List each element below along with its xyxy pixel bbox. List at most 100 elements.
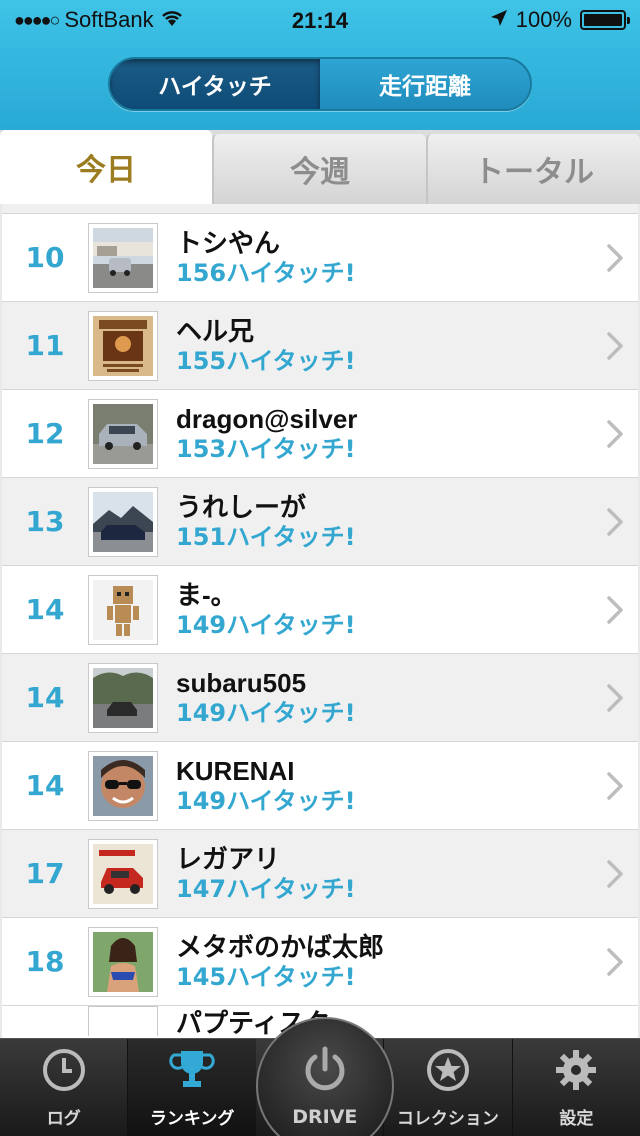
hightouch-score: 145ハイタッチ!: [176, 962, 356, 991]
ranking-row[interactable]: 17 レガアリ 147ハイタッチ!: [2, 830, 638, 918]
battery-percent: 100%: [515, 7, 572, 32]
user-name: subaru505: [176, 667, 307, 698]
chevron-right-icon: [592, 419, 638, 449]
tabbar-settings[interactable]: 設定: [511, 1039, 640, 1136]
rank-number: 14: [25, 681, 65, 714]
list-item-partial: [2, 204, 638, 214]
user-info: dragon@silver 153ハイタッチ!: [176, 404, 592, 464]
ranking-row[interactable]: 11 ヘル兄 155ハイタッチ!: [2, 302, 638, 390]
user-info: うれしーが 151ハイタッチ!: [176, 492, 592, 552]
chevron-right-icon: [592, 947, 638, 977]
user-avatar: [88, 750, 158, 821]
user-avatar: [88, 838, 158, 909]
ranking-row[interactable]: 14 subaru505 149ハイタッチ!: [2, 654, 638, 742]
mode-segmented-control: ハイタッチ 走行距離: [108, 57, 532, 111]
tabbar-log[interactable]: ログ: [0, 1039, 127, 1136]
rank-number: 10: [25, 241, 65, 274]
star-icon: [425, 1047, 471, 1098]
rank-number: 12: [25, 417, 65, 450]
period-tabs: 今日 今週 トータル: [0, 130, 640, 204]
wifi-icon: [160, 7, 184, 33]
tabbar-settings-label: 設定: [559, 1108, 594, 1129]
user-name: うれしーが: [176, 491, 307, 522]
drive-label: DRIVE: [292, 1105, 358, 1128]
chevron-right-icon: [592, 243, 638, 273]
avatar-image: [93, 403, 153, 464]
tabbar-drive-slot: DRIVE: [255, 1017, 394, 1136]
avatar-image: [93, 755, 153, 816]
clock-icon: [41, 1047, 87, 1098]
ranking-row[interactable]: 10 トシやん 156ハイタッチ!: [2, 214, 638, 302]
bottom-tab-bar: ログ ランキング DRIVE コレクション 設定: [0, 1017, 640, 1136]
carrier-name: SoftBank: [64, 7, 154, 32]
segment-hightouch[interactable]: ハイタッチ: [110, 59, 320, 109]
chevron-right-icon: [592, 331, 638, 361]
rank-number: 11: [25, 329, 65, 362]
ranking-list[interactable]: 10 トシやん 156ハイタッチ! 11 ヘル兄 155ハイタッチ! 12 dragon@si…: [2, 204, 638, 1038]
ranking-row[interactable]: 13 うれしーが 151ハイタッチ!: [2, 478, 638, 566]
rank-number: 18: [25, 945, 65, 978]
user-name: トシやん: [176, 227, 281, 258]
power-icon: [300, 1045, 350, 1100]
user-avatar: [88, 222, 158, 293]
rank-number: 14: [25, 769, 65, 802]
user-name: dragon@silver: [176, 403, 358, 434]
ranking-row[interactable]: 12 dragon@silver 153ハイタッチ!: [2, 390, 638, 478]
status-bar: ●●●●○ SoftBank 21:14 100%: [0, 0, 640, 40]
tab-week[interactable]: 今週: [212, 134, 426, 204]
hightouch-score: 147ハイタッチ!: [176, 874, 356, 903]
avatar-image: [93, 931, 153, 992]
avatar-image: [93, 491, 153, 552]
user-info: トシやん 156ハイタッチ!: [176, 228, 592, 288]
location-arrow-icon: [490, 7, 508, 33]
user-info: KURENAI 149ハイタッチ!: [176, 756, 592, 816]
app-header: ●●●●○ SoftBank 21:14 100% ハイタッチ 走行距離: [0, 0, 640, 130]
avatar-image: [93, 667, 153, 728]
ranking-row[interactable]: 14 KURENAI 149ハイタッチ!: [2, 742, 638, 830]
tabbar-ranking[interactable]: ランキング: [127, 1039, 256, 1136]
partial-user-name: パプティスク: [176, 1008, 331, 1038]
user-avatar: [88, 486, 158, 557]
user-name: ヘル兄: [176, 315, 255, 346]
user-name: ま-。: [176, 579, 237, 610]
user-avatar: [88, 398, 158, 469]
user-avatar: [88, 926, 158, 997]
user-info: メタボのかば太郎 145ハイタッチ!: [176, 932, 592, 992]
avatar-image: [93, 843, 153, 904]
user-info: レガアリ 147ハイタッチ!: [176, 844, 592, 904]
battery-icon: [580, 10, 630, 30]
hightouch-score: 149ハイタッチ!: [176, 786, 356, 815]
user-info: ま-。 149ハイタッチ!: [176, 580, 592, 640]
rank-number: 14: [25, 593, 65, 626]
avatar-image: [93, 315, 153, 376]
gear-icon: [553, 1047, 599, 1098]
hightouch-score: 156ハイタッチ!: [176, 258, 356, 287]
user-avatar: [88, 662, 158, 733]
hightouch-score: 151ハイタッチ!: [176, 522, 356, 551]
signal-strength: ●●●●○: [14, 9, 60, 30]
hightouch-score: 155ハイタッチ!: [176, 346, 356, 375]
chevron-right-icon: [592, 859, 638, 889]
tabbar-ranking-label: ランキング: [149, 1108, 235, 1129]
user-avatar: [88, 310, 158, 381]
rank-number: 17: [25, 857, 65, 890]
avatar-image: [93, 227, 153, 288]
segment-distance[interactable]: 走行距離: [320, 59, 530, 109]
ranking-row[interactable]: 18 メタボのかば太郎 145ハイタッチ!: [2, 918, 638, 1006]
chevron-right-icon: [592, 683, 638, 713]
chevron-right-icon: [592, 595, 638, 625]
user-name: KURENAI: [176, 755, 295, 786]
avatar-image: [93, 579, 153, 640]
hightouch-score: 153ハイタッチ!: [176, 434, 356, 463]
tabbar-log-label: ログ: [46, 1108, 81, 1129]
hightouch-score: 149ハイタッチ!: [176, 610, 356, 639]
user-name: レガアリ: [176, 843, 281, 874]
user-info: ヘル兄 155ハイタッチ!: [176, 316, 592, 376]
chevron-right-icon: [592, 771, 638, 801]
tabbar-collection-label: コレクション: [396, 1108, 499, 1129]
tabbar-collection[interactable]: コレクション: [383, 1039, 511, 1136]
ranking-row[interactable]: 14 ま-。 149ハイタッチ!: [2, 566, 638, 654]
trophy-icon: [169, 1047, 215, 1098]
tab-today[interactable]: 今日: [0, 130, 212, 204]
tab-total[interactable]: トータル: [426, 134, 640, 204]
